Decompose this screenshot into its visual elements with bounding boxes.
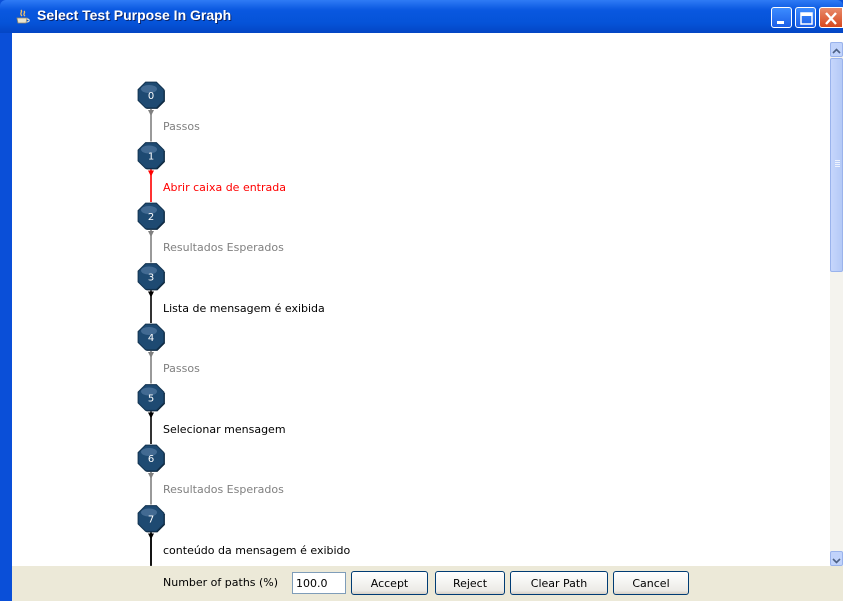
edge-label[interactable]: Resultados Esperados	[163, 241, 284, 254]
graph-svg: 0 1 2 3 4 5 6 7	[137, 81, 165, 566]
graph-node[interactable]: 3	[137, 263, 165, 291]
scroll-down-button[interactable]	[830, 551, 843, 566]
node-label: 6	[148, 454, 154, 465]
thumb-grip	[835, 160, 840, 161]
edge-arrow	[148, 473, 154, 479]
node-label: 0	[148, 91, 154, 102]
canvas-top-edge	[12, 33, 843, 42]
edge-label[interactable]: Lista de mensagem é exibida	[163, 302, 325, 315]
reject-button[interactable]: Reject	[435, 571, 505, 595]
title-bar[interactable]: Select Test Purpose In Graph	[0, 0, 843, 33]
graph-node[interactable]: 0	[137, 81, 165, 109]
java-cup-icon	[16, 9, 30, 25]
paths-label: Number of paths (%)	[163, 576, 279, 589]
edge-arrow	[148, 352, 154, 358]
graph-node[interactable]: 2	[137, 202, 165, 230]
paths-percent-input[interactable]	[292, 572, 346, 594]
edge-arrow	[148, 412, 154, 419]
graph-node[interactable]: 1	[137, 142, 165, 170]
minimize-button[interactable]	[771, 7, 792, 28]
window-frame-left	[0, 33, 12, 601]
clear-path-button[interactable]: Clear Path	[510, 571, 608, 595]
graph-node[interactable]: 7	[137, 505, 165, 533]
edge-label[interactable]: Selecionar mensagem	[163, 423, 286, 436]
node-label: 1	[148, 152, 154, 163]
close-button[interactable]	[819, 7, 843, 28]
window-title: Select Test Purpose In Graph	[37, 7, 232, 23]
edge-arrow	[148, 110, 154, 116]
graph-node[interactable]: 6	[137, 444, 165, 472]
edge-arrow	[148, 291, 154, 298]
graph-canvas[interactable]: 0 1 2 3 4 5 6 7 Passos Abrir caixa de entrada Res…	[12, 42, 830, 566]
edge-label[interactable]: Passos	[163, 362, 200, 375]
node-label: 4	[148, 333, 154, 344]
node-label: 5	[148, 394, 154, 405]
node-label: 7	[148, 515, 154, 526]
edge-label[interactable]: Passos	[163, 120, 200, 133]
scroll-thumb[interactable]	[830, 58, 843, 272]
cancel-button[interactable]: Cancel	[613, 571, 689, 595]
edge-label[interactable]: Resultados Esperados	[163, 483, 284, 496]
scroll-up-button[interactable]	[830, 42, 843, 57]
edge-arrow	[148, 170, 154, 177]
graph-node[interactable]: 5	[137, 384, 165, 412]
maximize-button[interactable]	[795, 7, 816, 28]
thumb-grip	[835, 166, 840, 167]
node-label: 3	[148, 273, 154, 284]
edge-arrow	[148, 231, 154, 237]
edge-label[interactable]: conteúdo da mensagem é exibido	[163, 544, 350, 557]
dialog-window: Select Test Purpose In Graph 0 1 2 3 4 5 6 7 Pa…	[0, 0, 843, 601]
node-label: 2	[148, 212, 154, 223]
thumb-grip	[835, 162, 840, 163]
edge-label[interactable]: Abrir caixa de entrada	[163, 181, 286, 194]
accept-button[interactable]: Accept	[351, 571, 428, 595]
bottom-toolbar: Number of paths (%) Accept Reject Clear …	[12, 566, 843, 601]
vertical-scrollbar[interactable]	[830, 42, 843, 566]
graph-node[interactable]: 4	[137, 323, 165, 351]
thumb-grip	[835, 164, 840, 165]
